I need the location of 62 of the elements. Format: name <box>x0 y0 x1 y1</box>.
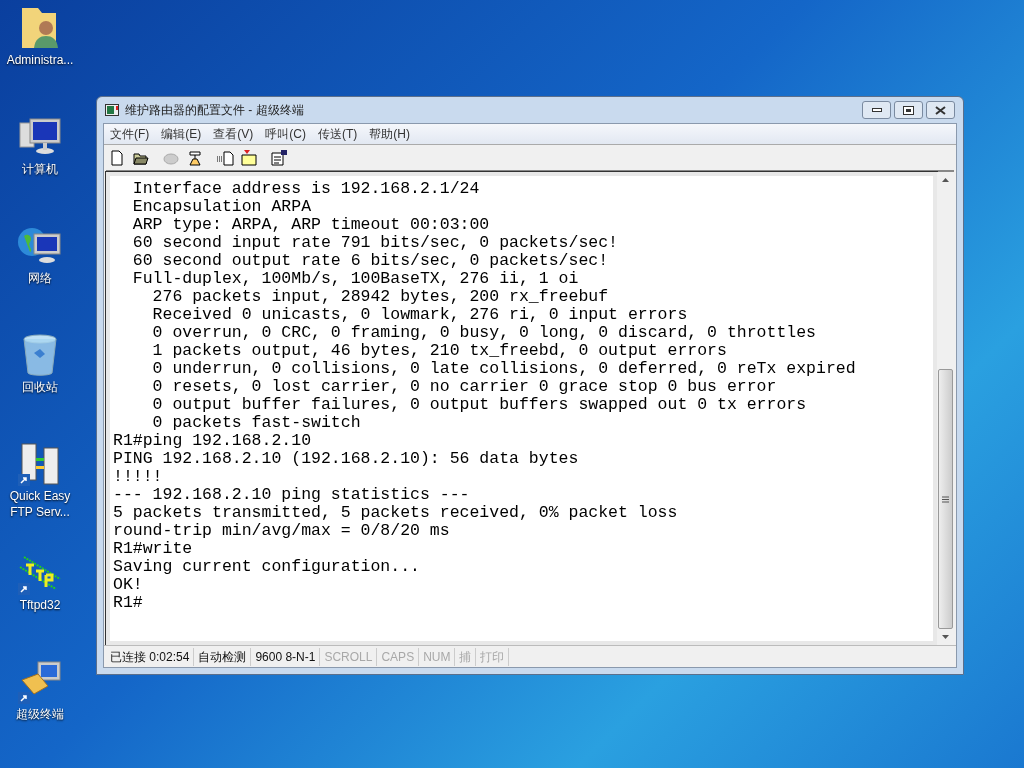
terminal-line: 0 output buffer failures, 0 output buffers swapped out 0 tx errors <box>151 396 807 414</box>
terminal-line: 276 packets input, 28942 bytes, 200 rx_freebuf <box>151 288 609 306</box>
desktop-icon-label[interactable]: 计算机 <box>1 161 79 177</box>
status-segment: 自动检测 <box>194 647 252 666</box>
terminal-line: round-trip min/avg/max = 0/8/20 ms <box>113 522 450 540</box>
terminal-line: 0 resets, 0 lost carrier, 0 no carrier 0 grace stop 0 bus error <box>151 378 777 396</box>
terminal-line: R1# <box>113 594 143 612</box>
restore-icon <box>903 105 914 115</box>
status-segment: 已连接 0:02:54 <box>106 647 195 666</box>
status-segment: CAPS <box>377 647 420 666</box>
minimize-button[interactable] <box>862 101 891 119</box>
terminal-line: Encapsulation ARPA <box>131 198 312 216</box>
desktop-icon-label[interactable]: 回收站 <box>1 379 79 395</box>
status-segment: 9600 8-N-1 <box>251 647 321 666</box>
desktop-icon-label[interactable]: 网络 <box>1 270 79 286</box>
status-segment: 打印 <box>476 647 510 666</box>
terminal-line: 1 packets output, 46 bytes, 210 tx_freebd, 0 output errors <box>151 342 727 360</box>
maximize-button[interactable] <box>894 101 923 119</box>
menu-item[interactable]: 文件(F) <box>110 125 150 143</box>
terminal-line: 60 second output rate 6 bits/sec, 0 packets/sec! <box>131 252 609 270</box>
status-segment: 捕 <box>455 647 477 666</box>
desktop-icon-label[interactable]: 超级终端 <box>1 706 79 722</box>
terminal-line: 0 underrun, 0 collisions, 0 late collisions, 0 deferred, 0 reTx expired <box>151 360 856 378</box>
terminal-line: 5 packets transmitted, 5 packets received, 0% packet loss <box>113 504 678 522</box>
new-file-icon[interactable] <box>108 148 126 167</box>
menu-item[interactable]: 帮助(H) <box>369 125 410 143</box>
terminal-line: --- 192.168.2.10 ping statistics --- <box>113 486 470 504</box>
close-button[interactable] <box>926 101 955 119</box>
terminal-line: Full-duplex, 100Mb/s, 100BaseTX, 276 ii, 1 oi <box>131 270 579 288</box>
status-segment: NUM <box>419 647 456 666</box>
scrollbar-thumb[interactable] <box>938 369 953 629</box>
terminal-screen[interactable] <box>106 172 937 645</box>
send-file-icon[interactable] <box>216 148 234 167</box>
terminal-line: OK! <box>113 576 143 594</box>
terminal-line: Interface address is 192.168.2.1/24 <box>131 180 480 198</box>
window-title: 维护路由器的配置文件 - 超级终端 <box>125 102 304 119</box>
menu-item[interactable]: 传送(T) <box>318 125 358 143</box>
close-icon <box>935 105 946 115</box>
terminal-line: PING 192.168.2.10 (192.168.2.10): 56 data bytes <box>113 450 579 468</box>
terminal-line: Received 0 unicasts, 0 lowmark, 276 ri, 0 input errors <box>151 306 688 324</box>
receive-folder-icon[interactable] <box>240 148 258 167</box>
menu-item[interactable]: 编辑(E) <box>161 125 202 143</box>
terminal-line: 0 overrun, 0 CRC, 0 framing, 0 busy, 0 long, 0 discard, 0 throttles <box>151 324 816 342</box>
terminal-line: 60 second input rate 791 bits/sec, 0 packets/sec! <box>131 234 618 252</box>
phone-monitor-icon <box>16 658 64 706</box>
minimize-icon <box>871 108 882 112</box>
menu-item[interactable]: 查看(V) <box>213 125 254 143</box>
terminal-line: R1#ping 192.168.2.10 <box>113 432 312 450</box>
app-icon <box>105 104 119 116</box>
grip-icon <box>942 495 949 503</box>
terminal-line: R1#write <box>113 540 193 558</box>
desktop-icon-label[interactable]: Tftpd32 <box>1 597 79 613</box>
properties-icon[interactable] <box>270 148 288 167</box>
terminal-line: Saving current configuration... <box>113 558 420 576</box>
desktop-icon-label[interactable]: Administra... <box>1 52 79 68</box>
status-segment: SCROLL <box>320 647 378 666</box>
terminal-line: ARP type: ARPA, ARP timeout 00:03:00 <box>131 216 490 234</box>
phone-icon[interactable] <box>186 148 204 167</box>
terminal-line: 0 packets fast-switch <box>151 414 361 432</box>
menu-item[interactable]: 呼叫(C) <box>265 125 306 143</box>
desktop-icon-label[interactable]: Quick Easy FTP Serv... <box>1 488 79 520</box>
terminal-line: !!!!! <box>113 468 163 486</box>
